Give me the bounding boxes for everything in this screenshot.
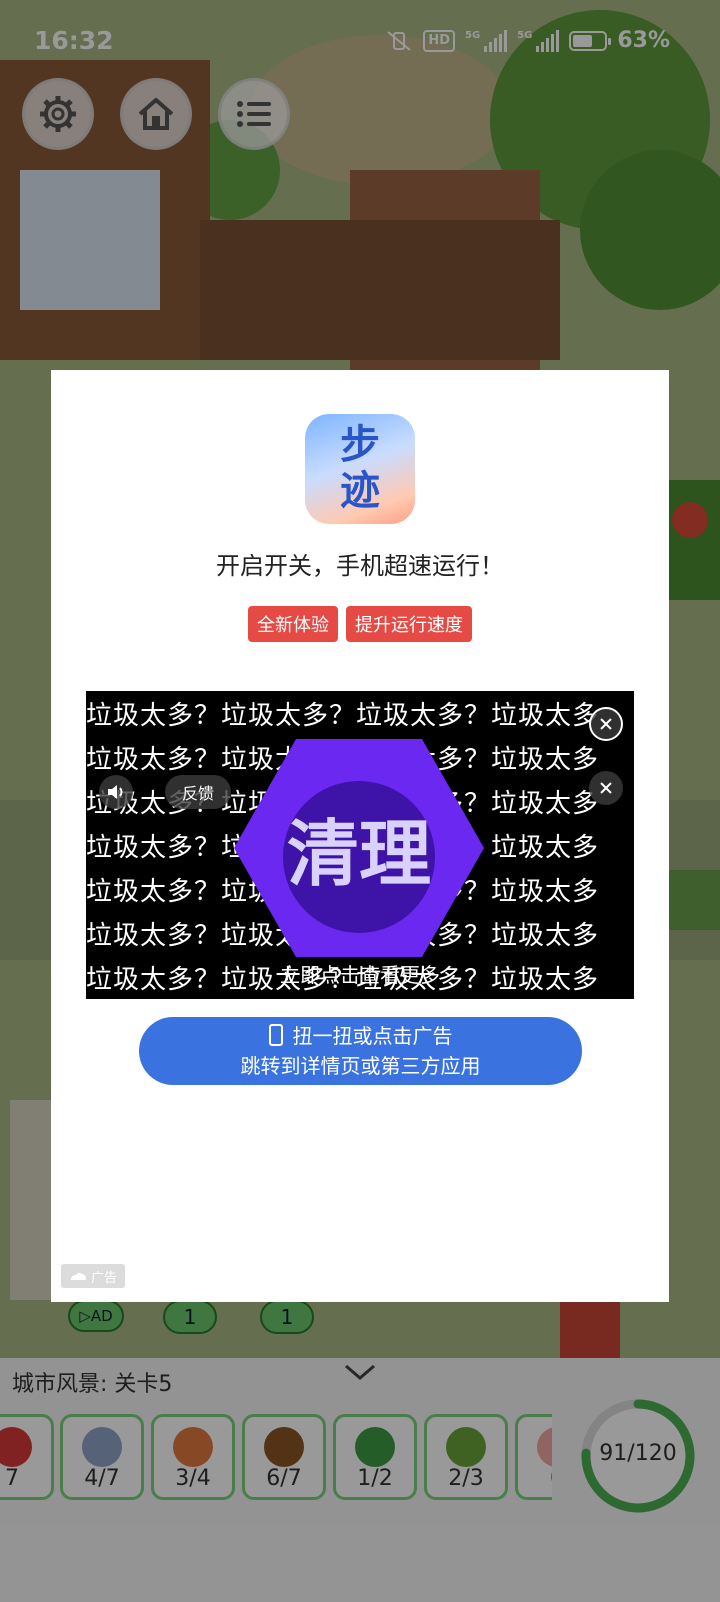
video-caption: 立即点击查看更多: [280, 963, 440, 987]
app-icon[interactable]: 步 迹: [305, 414, 415, 524]
close-icon[interactable]: [589, 771, 623, 805]
ad-cta-button[interactable]: 扭一扭或点击广告 跳转到详情页或第三方应用: [139, 1017, 582, 1085]
hex-text: 清理: [287, 812, 431, 896]
feedback-button[interactable]: 反馈: [165, 775, 231, 809]
ad-tag: 全新体验: [248, 606, 338, 642]
ad-modal[interactable]: 步 迹 开启开关，手机超速运行！ 全新体验 提升运行速度 垃圾太多？垃圾太多？垃…: [51, 370, 669, 1302]
phone-shake-icon: [268, 1024, 283, 1046]
close-icon[interactable]: [589, 707, 623, 741]
ad-badge: 广告: [61, 1264, 125, 1288]
ad-tag: 提升运行速度: [346, 606, 472, 642]
cta-line-1: 扭一扭或点击广告: [292, 1024, 453, 1048]
video-text-line: 垃圾太多？垃圾太多？垃圾太多？垃圾太多: [86, 701, 600, 731]
app-icon-char-1: 步: [340, 421, 380, 468]
speaker-icon[interactable]: [99, 775, 133, 809]
ad-video[interactable]: 垃圾太多？垃圾太多？垃圾太多？垃圾太多 垃圾太多？垃圾太多？垃圾太多？垃圾太多 …: [86, 691, 634, 999]
clean-hexagon-logo: 清理: [234, 739, 484, 957]
app-icon-char-2: 迹: [340, 467, 380, 514]
cta-line-2: 跳转到详情页或第三方应用: [240, 1054, 481, 1078]
ad-tags: 全新体验 提升运行速度: [51, 606, 669, 642]
ad-headline: 开启开关，手机超速运行！: [216, 552, 504, 580]
cloud-icon: [70, 1272, 86, 1280]
